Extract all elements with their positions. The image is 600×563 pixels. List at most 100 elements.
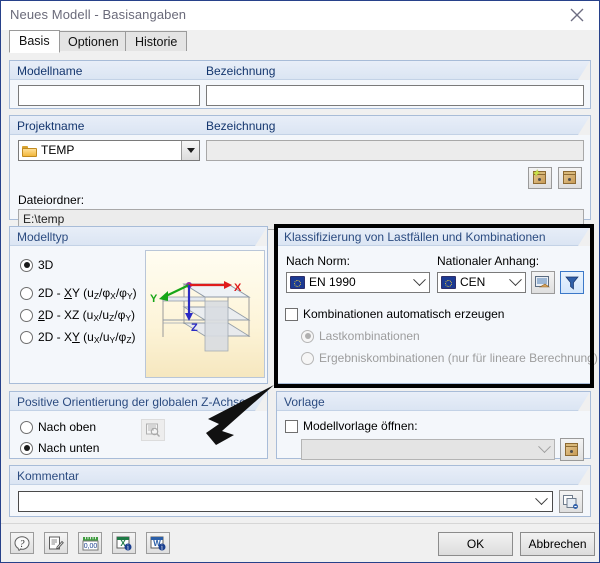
tab-basis[interactable]: Basis — [9, 30, 60, 53]
edit-annex-button[interactable] — [531, 271, 555, 294]
header-corner — [255, 392, 267, 411]
close-icon — [570, 8, 584, 22]
project-name-combo[interactable]: TEMP — [18, 140, 200, 161]
title-bar: Neues Modell - Basisangaben — [1, 1, 599, 30]
file-folder-label: Dateiordner: — [18, 193, 85, 207]
auto-combinations-label: Kombinationen automatisch erzeugen — [303, 307, 505, 321]
checkbox-indicator — [285, 307, 298, 321]
model-name-group-header — [10, 61, 590, 80]
radio-z-up[interactable]: Nach oben — [20, 420, 96, 434]
dropdown-arrow[interactable] — [530, 492, 552, 511]
svg-text:i: i — [161, 543, 163, 550]
open-template-checkbox[interactable]: Modellvorlage öffnen: — [285, 419, 418, 433]
new-project-button[interactable]: ✦ — [528, 167, 552, 189]
tab-optionen[interactable]: Optionen — [58, 31, 129, 52]
z-axis-preview-button[interactable] — [141, 419, 165, 441]
template-title: Vorlage — [284, 395, 325, 409]
project-group-body: Projektname Bezeichnung TEMP ✦ Dateiordn… — [10, 119, 590, 230]
ok-button[interactable]: OK — [438, 532, 513, 556]
template-group-body: Modellvorlage öffnen: — [277, 411, 590, 461]
filter-icon — [565, 276, 579, 290]
units-button[interactable]: 0,00 — [78, 532, 102, 554]
annex-combo[interactable]: CEN — [437, 272, 526, 293]
project-description-input[interactable] — [206, 140, 584, 161]
radio-indicator — [301, 329, 314, 343]
radio-z-down-label: Nach unten — [38, 441, 100, 455]
radio-load-combinations[interactable]: Lastkombinationen — [301, 329, 420, 343]
dropdown-arrow[interactable] — [534, 440, 554, 459]
project-name-label: Projektname — [17, 119, 85, 133]
open-project-button[interactable] — [558, 167, 582, 189]
project-group: Projektname Bezeichnung TEMP ✦ Dateiordn… — [9, 115, 591, 230]
radio-result-combinations-label: Ergebniskombinationen (nur für lineare B… — [319, 351, 598, 365]
classification-title: Klassifizierung von Lastfällen und Kombi… — [284, 230, 546, 244]
excel-export-button[interactable]: X i — [112, 532, 136, 554]
filter-button[interactable] — [560, 271, 584, 294]
radio-model-2d-xy-ux-label: 2D - XY (uX/uY/φZ) — [38, 330, 136, 345]
dialog-client-area: Modellname Bezeichnung Projektname Bezei… — [1, 51, 599, 562]
browse-template-button[interactable] — [560, 438, 584, 461]
project-name-value: TEMP — [41, 143, 75, 157]
eu-flag-icon — [290, 276, 305, 289]
radio-indicator — [20, 330, 33, 344]
model-type-group: Modelltyp 3D 2D - XY (uZ/φX/φY) 2D - XZ … — [9, 226, 268, 384]
cancel-button[interactable]: Abbrechen — [520, 532, 595, 556]
open-template-label: Modellvorlage öffnen: — [303, 419, 418, 433]
comment-list-icon — [563, 494, 578, 509]
svg-text:?: ? — [20, 539, 25, 550]
radio-model-2d-xy-uz[interactable]: 2D - XY (uZ/φX/φY) — [20, 286, 137, 301]
z-axis-group-body: Nach oben Nach unten — [10, 411, 267, 458]
header-corner — [578, 227, 590, 246]
radio-indicator — [20, 258, 33, 272]
edit-annex-icon — [535, 275, 550, 287]
header-corner — [255, 227, 267, 246]
window-title: Neues Modell - Basisangaben — [10, 7, 187, 22]
svg-text:i: i — [127, 543, 129, 550]
dropdown-arrow[interactable] — [181, 141, 199, 160]
comment-group: Kommentar — [9, 465, 591, 517]
new-project-icon: ✦ — [531, 169, 549, 186]
model-name-label: Modellname — [17, 64, 83, 78]
header-corner — [578, 116, 590, 135]
tab-historie[interactable]: Historie — [125, 31, 188, 52]
open-template-icon — [563, 442, 581, 458]
project-description-label: Bezeichnung — [206, 119, 276, 133]
comment-group-body — [10, 485, 590, 516]
word-export-button[interactable]: W i — [146, 532, 170, 554]
project-group-header — [10, 116, 590, 135]
comment-combo[interactable] — [18, 491, 553, 512]
checkbox-indicator — [285, 419, 298, 433]
standard-combo[interactable]: EN 1990 — [286, 272, 430, 293]
header-corner — [578, 61, 590, 80]
svg-text:Y: Y — [150, 293, 158, 305]
radio-model-2d-xy-ux[interactable]: 2D - XY (uX/uY/φZ) — [20, 330, 136, 345]
model-name-group-body: Modellname Bezeichnung — [10, 64, 590, 108]
close-button[interactable] — [555, 1, 599, 29]
comment-picker-button[interactable] — [559, 490, 583, 513]
radio-load-combinations-label: Lastkombinationen — [319, 329, 420, 343]
auto-combinations-checkbox[interactable]: Kombinationen automatisch erzeugen — [285, 307, 504, 321]
excel-export-icon: X i — [116, 536, 131, 551]
template-combo[interactable] — [301, 439, 555, 460]
radio-result-combinations[interactable]: Ergebniskombinationen (nur für lineare B… — [301, 351, 598, 365]
dropdown-arrow[interactable] — [505, 273, 525, 292]
radio-z-down[interactable]: Nach unten — [20, 441, 99, 455]
standard-label: Nach Norm: — [286, 254, 351, 268]
edit-note-button[interactable] — [44, 532, 68, 554]
radio-model-3d[interactable]: 3D — [20, 258, 53, 272]
dialog-window: Neues Modell - Basisangaben Basis Option… — [0, 0, 600, 563]
radio-model-2d-xz-label: 2D - XZ (uX/uZ/φY) — [38, 308, 136, 323]
svg-text:0,00: 0,00 — [83, 543, 97, 550]
radio-model-2d-xz[interactable]: 2D - XZ (uX/uZ/φY) — [20, 308, 136, 323]
eu-flag-icon — [441, 276, 456, 289]
z-axis-title: Positive Orientierung der globalen Z-Ach… — [17, 395, 246, 409]
model-name-group: Modellname Bezeichnung — [9, 60, 591, 109]
help-button[interactable]: ? — [10, 532, 34, 554]
svg-text:X: X — [234, 282, 242, 294]
radio-model-2d-xy-uz-label: 2D - XY (uZ/φX/φY) — [38, 286, 137, 301]
dropdown-arrow[interactable] — [409, 273, 429, 292]
model-name-input[interactable] — [18, 85, 200, 106]
tab-strip: Basis Optionen Historie — [1, 30, 599, 53]
model-description-input[interactable] — [206, 85, 584, 106]
model-preview-graphic: X Y Z — [150, 281, 251, 352]
